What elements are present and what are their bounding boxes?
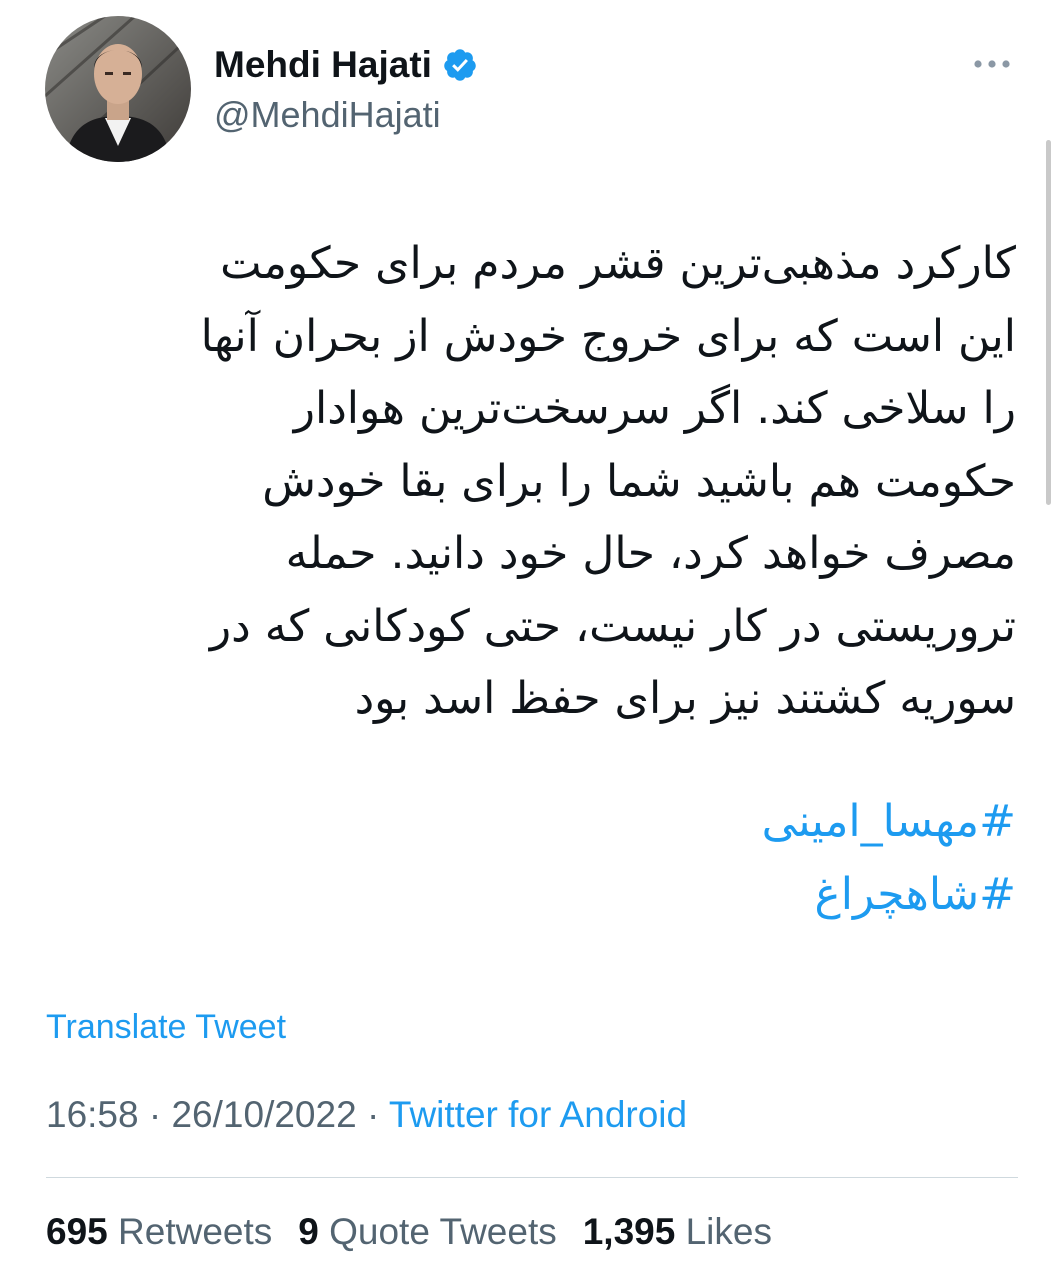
tweet-source-link[interactable]: Twitter for Android xyxy=(389,1094,687,1135)
retweets-label: Retweets xyxy=(118,1211,273,1252)
quote-tweets-stat[interactable]: 9 Quote Tweets xyxy=(298,1211,556,1253)
author-display-name[interactable]: Mehdi Hajati xyxy=(214,44,432,86)
tweet-line: مصرف خواهد کرد، حال خود دانید. حمله xyxy=(285,528,1016,579)
likes-label: Likes xyxy=(685,1211,772,1252)
quote-tweets-count: 9 xyxy=(298,1211,319,1252)
likes-count: 1,395 xyxy=(582,1211,676,1252)
tweet-date[interactable]: 26/10/2022 xyxy=(171,1094,356,1135)
meta-separator: · xyxy=(366,1094,380,1135)
translate-tweet-link[interactable]: Translate Tweet xyxy=(46,1008,286,1047)
verified-badge-icon xyxy=(442,47,478,83)
tweet-line: کارکرد مذهبی‌ترین قشر مردم برای حکومت xyxy=(220,238,1016,289)
profile-photo-icon xyxy=(45,16,191,162)
tweet-text: کارکرد مذهبی‌ترین قشر مردم برای حکومت ای… xyxy=(46,228,1016,736)
tweet-time[interactable]: 16:58 xyxy=(46,1094,139,1135)
tweet-line: حکومت هم باشید شما را برای بقا خودش xyxy=(262,455,1016,507)
likes-stat[interactable]: 1,395 Likes xyxy=(583,1211,772,1253)
author-handle[interactable]: @MehdiHajati xyxy=(214,94,441,136)
hashtag-link[interactable]: #مهسا_امینی xyxy=(46,786,1016,859)
avatar[interactable] xyxy=(45,16,191,162)
meta-separator: · xyxy=(148,1094,162,1135)
tweet-line: سوریه کشتند نیز برای حفظ اسد بود xyxy=(354,673,1016,724)
tweet-line: این است که برای خروج خودش از بحران آنها xyxy=(200,310,1016,362)
more-dots-icon xyxy=(974,60,1010,68)
tweet-line: تروریستی در کار نیست، حتی کودکانی که در xyxy=(209,600,1016,652)
retweets-count: 695 xyxy=(46,1211,108,1252)
divider xyxy=(46,1177,1018,1178)
engagement-stats: 695 Retweets 9 Quote Tweets 1,395 Likes xyxy=(46,1211,798,1253)
hashtag-link[interactable]: #شاهچراغ xyxy=(46,859,1016,932)
scrollbar[interactable] xyxy=(1046,140,1051,505)
hashtag-list: #مهسا_امینی #شاهچراغ xyxy=(46,786,1016,931)
quote-tweets-label: Quote Tweets xyxy=(329,1211,557,1252)
tweet-metadata: 16:58 · 26/10/2022 · Twitter for Android xyxy=(46,1094,687,1136)
retweets-stat[interactable]: 695 Retweets xyxy=(46,1211,272,1253)
tweet-line: را سلاخی کند. اگر سرسخت‌ترین هوادار xyxy=(293,383,1016,434)
author-name-row: Mehdi Hajati xyxy=(214,42,478,88)
more-options-button[interactable] xyxy=(968,48,1016,80)
